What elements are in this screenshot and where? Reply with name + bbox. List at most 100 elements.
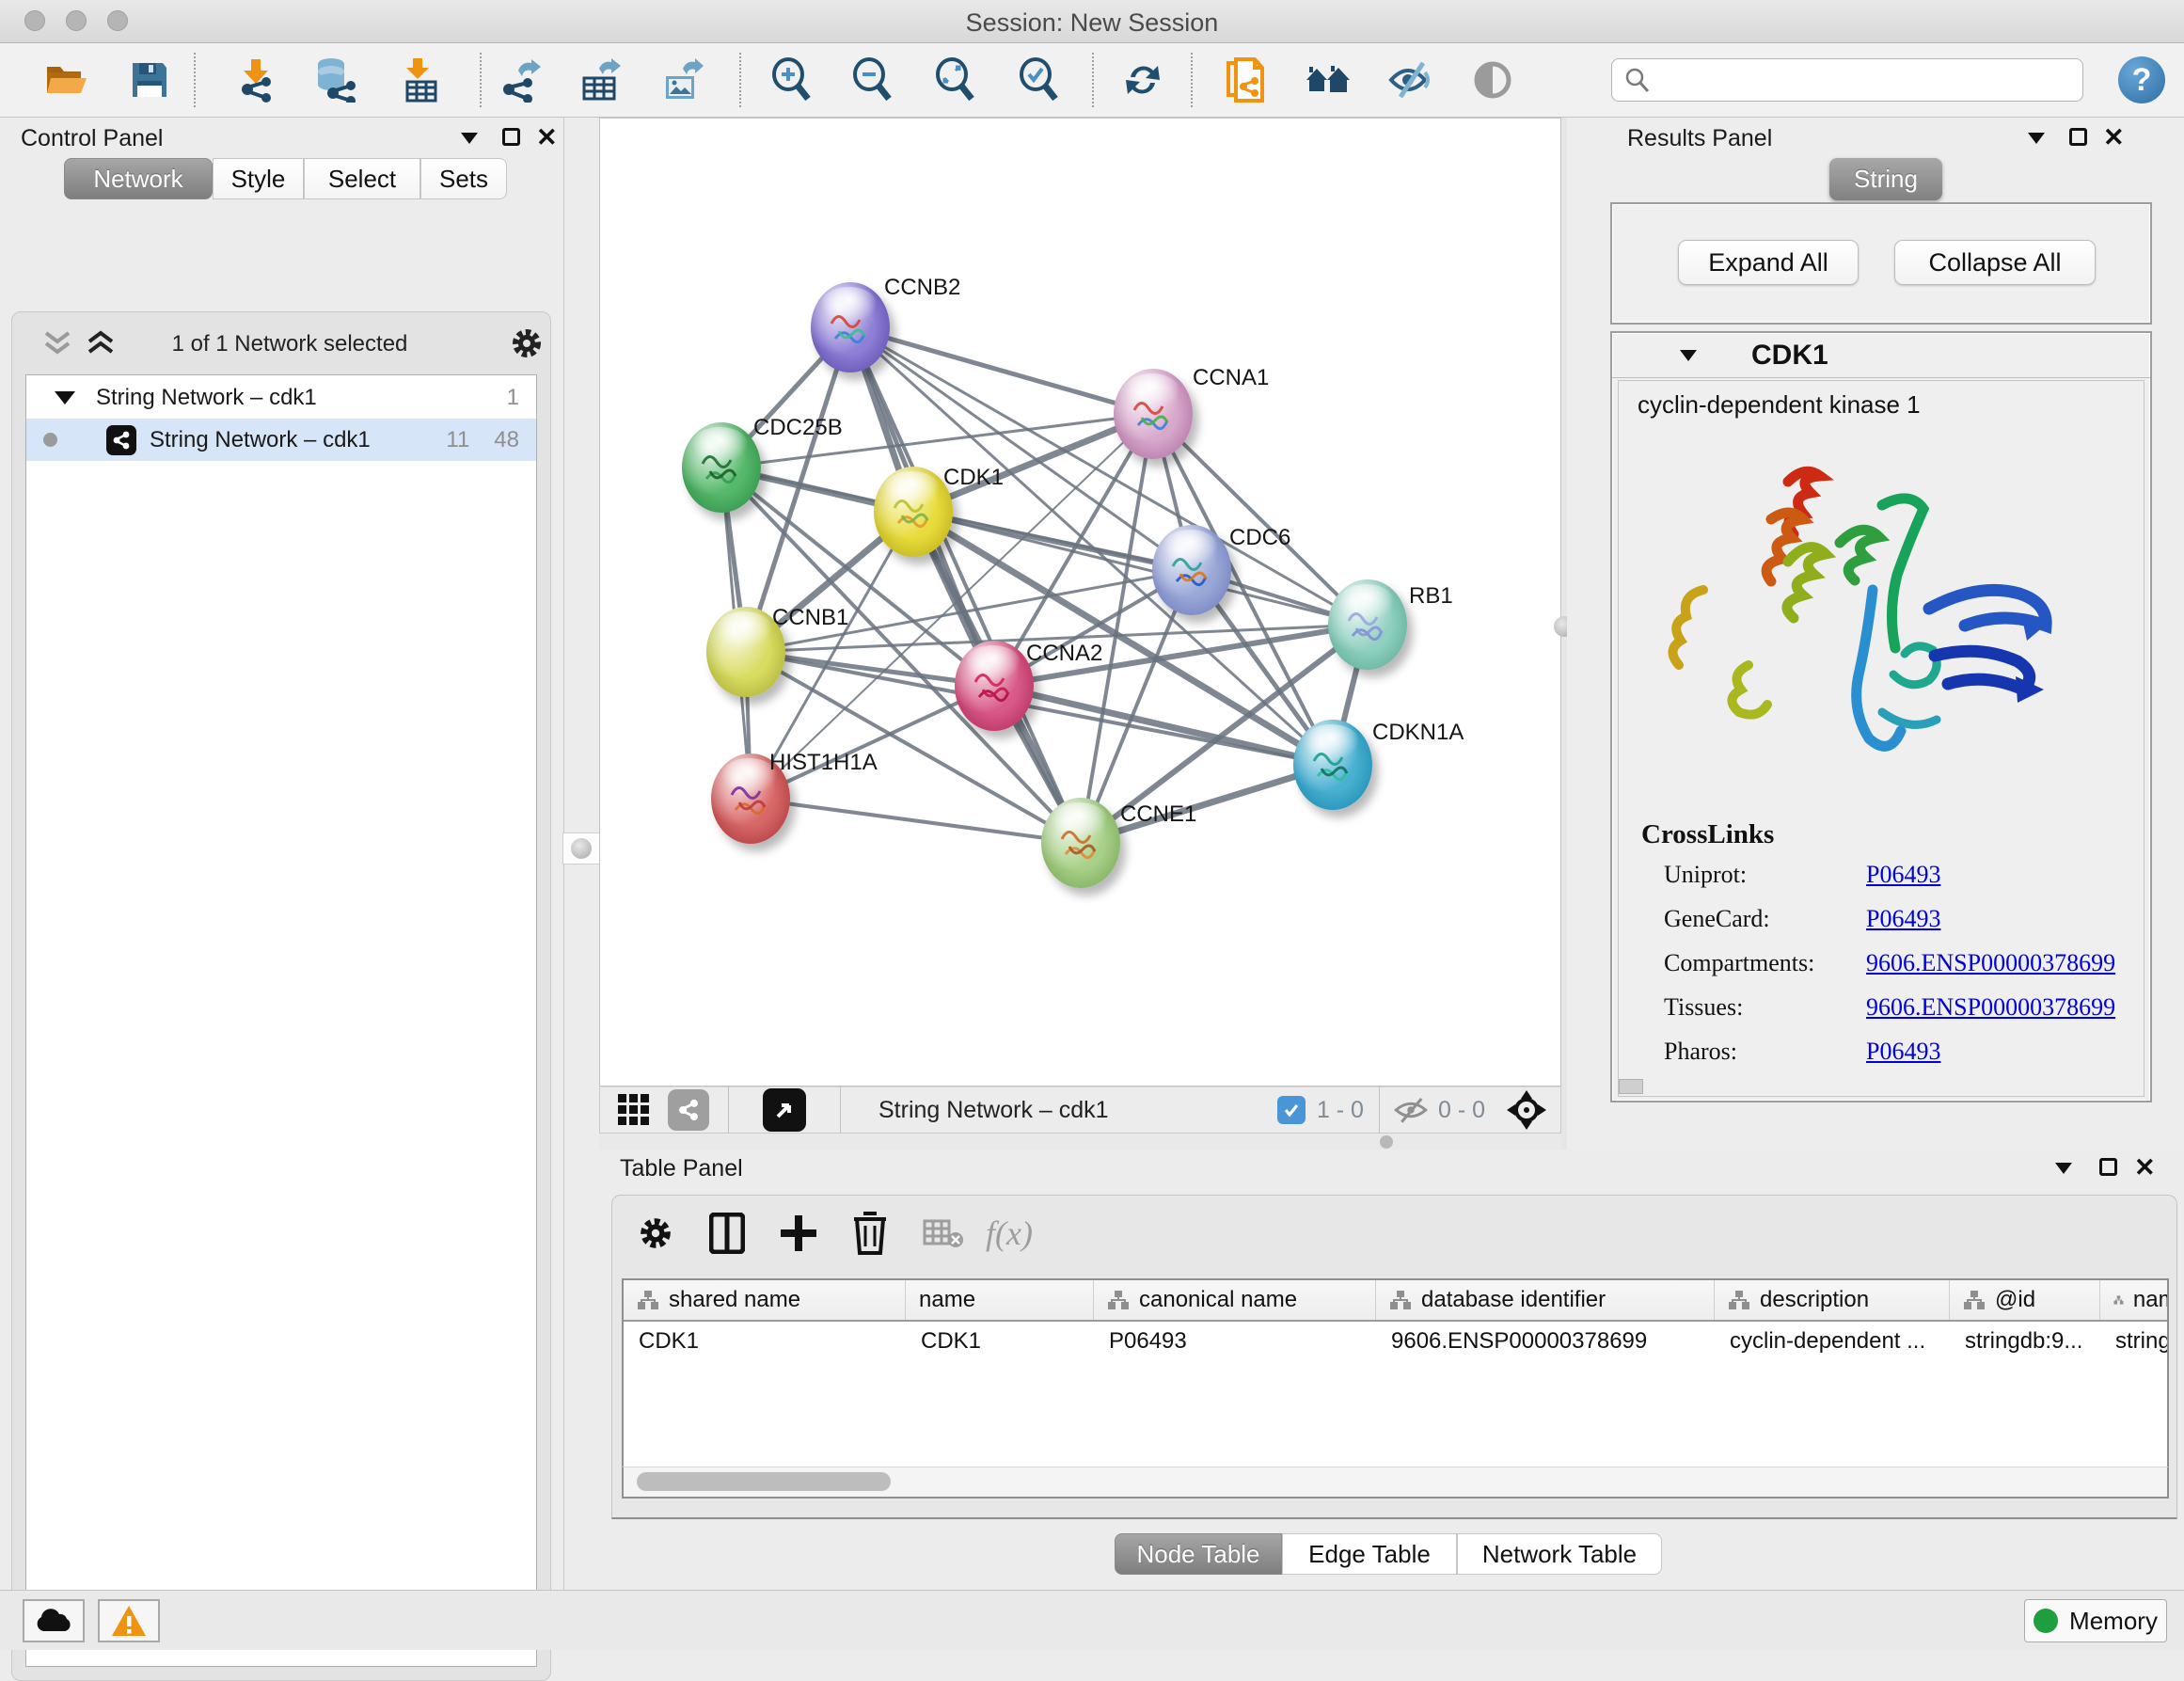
- tab-edge-table[interactable]: Edge Table: [1282, 1533, 1457, 1575]
- crosslink-value-link[interactable]: P06493: [1866, 1038, 1940, 1066]
- gene-collapse-icon[interactable]: [1680, 350, 1697, 361]
- results-panel-close-icon[interactable]: ✕: [2103, 125, 2125, 151]
- expand-all-networks-icon[interactable]: [84, 329, 118, 357]
- column-header-canonical-name[interactable]: canonical name: [1094, 1280, 1376, 1320]
- results-panel-float-icon[interactable]: [2069, 128, 2087, 146]
- toolbar-search-input[interactable]: [1611, 58, 2083, 102]
- export-image-icon[interactable]: [658, 56, 705, 103]
- results-hscrollbar-thumb[interactable]: [1619, 1079, 1643, 1094]
- import-table-file-icon[interactable]: [397, 56, 444, 103]
- network-node-ccne1[interactable]: [1041, 798, 1120, 888]
- hidden-eye-icon[interactable]: [1393, 1096, 1429, 1124]
- network-node-ccnb2[interactable]: [811, 282, 890, 373]
- zoom-out-icon[interactable]: [848, 56, 895, 103]
- network-node-ccna1[interactable]: [1114, 369, 1193, 459]
- column-header-name[interactable]: name: [906, 1280, 1094, 1320]
- tab-sets[interactable]: Sets: [420, 158, 507, 199]
- network-node-ccna2[interactable]: [955, 641, 1034, 731]
- tab-node-table[interactable]: Node Table: [1115, 1533, 1282, 1575]
- cloud-button[interactable]: [23, 1599, 85, 1642]
- network-edge[interactable]: [746, 327, 850, 652]
- save-session-icon[interactable]: [126, 56, 173, 103]
- column-header-namespace[interactable]: namespace: [2100, 1280, 2169, 1320]
- export-network-icon[interactable]: [496, 56, 543, 103]
- left-splitter[interactable]: [564, 118, 599, 1590]
- string-import-icon[interactable]: [1222, 56, 1269, 103]
- tab-select[interactable]: Select: [304, 158, 420, 199]
- tree-expand-icon[interactable]: [55, 391, 75, 404]
- tab-network-table[interactable]: Network Table: [1457, 1533, 1662, 1575]
- add-column-icon[interactable]: [774, 1209, 823, 1258]
- table-panel-close-icon[interactable]: ✕: [2134, 1155, 2156, 1181]
- network-node-rb1[interactable]: [1328, 579, 1407, 670]
- show-all-icon[interactable]: [1469, 56, 1516, 103]
- network-node-cdc6[interactable]: [1152, 525, 1231, 615]
- column-header--id[interactable]: @id: [1950, 1280, 2100, 1320]
- table-cell[interactable]: P06493: [1094, 1322, 1376, 1361]
- gene-section-header[interactable]: CDK1: [1612, 333, 2150, 378]
- zoom-selected-icon[interactable]: [1015, 56, 1062, 103]
- column-header-database-identifier[interactable]: database identifier: [1376, 1280, 1715, 1320]
- import-network-file-icon[interactable]: [232, 56, 279, 103]
- left-splitter-handle[interactable]: [562, 833, 600, 864]
- detach-view-icon[interactable]: [763, 1088, 806, 1132]
- tab-string[interactable]: String: [1829, 158, 1942, 200]
- search-field[interactable]: [1661, 67, 2065, 94]
- network-edge[interactable]: [850, 327, 1081, 843]
- crosslink-value-link[interactable]: 9606.ENSP00000378699: [1866, 949, 2115, 977]
- collapse-all-networks-icon[interactable]: [40, 329, 74, 357]
- export-table-icon[interactable]: [577, 56, 624, 103]
- table-panel-float-icon[interactable]: [2099, 1158, 2117, 1176]
- network-row-selected[interactable]: String Network – cdk1 11 48: [26, 419, 536, 461]
- warnings-button[interactable]: [98, 1599, 160, 1642]
- open-session-icon[interactable]: [43, 56, 90, 103]
- table-hscrollbar-thumb[interactable]: [637, 1472, 891, 1491]
- crosslink-value-link[interactable]: P06493: [1866, 905, 1940, 933]
- network-edge[interactable]: [850, 327, 1153, 414]
- zoom-in-icon[interactable]: [768, 56, 815, 103]
- table-hscrollbar[interactable]: [622, 1467, 2169, 1499]
- expand-all-button[interactable]: Expand All: [1678, 240, 1859, 285]
- refresh-view-icon[interactable]: [1119, 56, 1166, 103]
- delete-table-icon[interactable]: [919, 1209, 968, 1258]
- control-panel-collapse-icon[interactable]: [461, 133, 478, 144]
- zoom-fit-icon[interactable]: [931, 56, 978, 103]
- crosslink-value-link[interactable]: P06493: [1866, 861, 1940, 889]
- table-options-gear-icon[interactable]: [631, 1209, 680, 1258]
- table-cell[interactable]: cyclin-dependent ...: [1715, 1322, 1950, 1361]
- table-cell[interactable]: stringdb: [2100, 1322, 2169, 1361]
- table-cell[interactable]: CDK1: [906, 1322, 1094, 1361]
- import-network-database-icon[interactable]: [311, 56, 358, 103]
- string-home-icon[interactable]: [1305, 56, 1352, 103]
- control-panel-close-icon[interactable]: ✕: [536, 125, 558, 151]
- network-view-type-icon[interactable]: [668, 1089, 709, 1131]
- birds-eye-view-icon[interactable]: [1506, 1089, 1547, 1131]
- table-cell[interactable]: 9606.ENSP00000378699: [1376, 1322, 1715, 1361]
- crosslink-value-link[interactable]: 9606.ENSP00000378699: [1866, 993, 2115, 1022]
- delete-column-icon[interactable]: [846, 1209, 894, 1258]
- network-options-gear-icon[interactable]: [509, 325, 545, 361]
- network-canvas[interactable]: CCNB2CCNA1CDC25BCDK1CDC6RB1CCNB1CCNA2CDK…: [599, 118, 1561, 1086]
- selected-checkbox-icon[interactable]: [1277, 1096, 1306, 1124]
- network-node-cdc25b[interactable]: [682, 422, 761, 513]
- grid-view-icon[interactable]: [617, 1093, 651, 1127]
- table-row[interactable]: CDK1CDK1P064939606.ENSP00000378699cyclin…: [624, 1322, 2167, 1361]
- collapse-all-button[interactable]: Collapse All: [1894, 240, 2096, 285]
- table-cell[interactable]: stringdb:9...: [1950, 1322, 2100, 1361]
- horizontal-splitter-handle[interactable]: [1380, 1135, 1393, 1149]
- tab-style[interactable]: Style: [213, 158, 304, 199]
- network-edge[interactable]: [751, 799, 1081, 843]
- hide-unselected-icon[interactable]: [1387, 56, 1434, 103]
- control-panel-float-icon[interactable]: [502, 128, 520, 146]
- help-icon[interactable]: ?: [2118, 56, 2165, 103]
- tab-network[interactable]: Network: [64, 158, 213, 199]
- column-header-description[interactable]: description: [1715, 1280, 1950, 1320]
- column-header-shared-name[interactable]: shared name: [624, 1280, 906, 1320]
- network-collection-row[interactable]: String Network – cdk1 1: [26, 376, 536, 419]
- network-node-cdk1[interactable]: [874, 467, 953, 557]
- show-columns-icon[interactable]: [703, 1209, 752, 1258]
- table-panel-collapse-icon[interactable]: [2055, 1163, 2072, 1174]
- function-builder-icon[interactable]: f(x): [985, 1209, 1034, 1258]
- memory-button[interactable]: Memory: [2024, 1599, 2167, 1642]
- results-panel-collapse-icon[interactable]: [2028, 133, 2045, 144]
